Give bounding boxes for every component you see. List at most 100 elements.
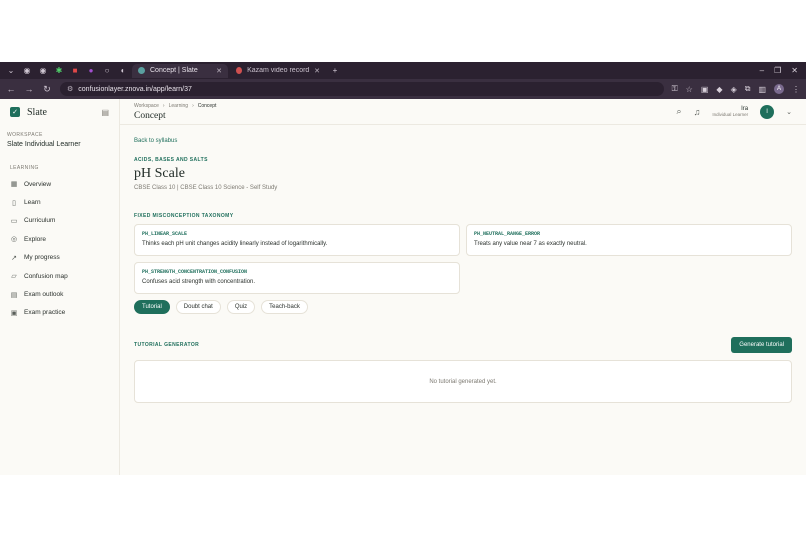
topic-label: ACIDS, BASES AND SALTS bbox=[134, 157, 208, 163]
book-icon: ▯ bbox=[12, 199, 16, 207]
compass-icon: ◎ bbox=[10, 236, 18, 244]
close-window-icon[interactable]: ✕ bbox=[791, 66, 798, 75]
sidebar-item-label: Exam practice bbox=[24, 309, 66, 317]
misconception-card: PH_STRENGTH_CONCENTRATION_CONFUSION Conf… bbox=[134, 262, 460, 294]
generator-label: TUTORIAL GENERATOR bbox=[134, 342, 200, 348]
pinned-tab-icon[interactable]: ● bbox=[84, 64, 98, 78]
sidebar-nav: ▦ Overview ▯ Learn ▭ Curriculum ◎ Explore ↗ M… bbox=[0, 171, 119, 322]
misconception-desc: Treats any value near 7 as exactly neutr… bbox=[474, 241, 587, 247]
breadcrumb-learning[interactable]: Learning bbox=[169, 103, 188, 109]
sidebar-item-exam-practice[interactable]: ▣ Exam practice bbox=[0, 304, 119, 322]
sidebar-item-label: Learn bbox=[24, 199, 41, 207]
github-icon[interactable]: ◐ bbox=[116, 64, 130, 78]
folder-icon: ▭ bbox=[10, 217, 18, 225]
profile-avatar[interactable]: A bbox=[774, 84, 784, 94]
trend-icon: ↗ bbox=[11, 254, 17, 262]
tab-concept-slate[interactable]: Concept | Slate ✕ bbox=[132, 63, 228, 78]
map-icon: ▱ bbox=[11, 273, 17, 281]
reload-icon[interactable]: ↻ bbox=[42, 84, 52, 95]
tab-list-icon[interactable]: ⌄ bbox=[4, 64, 18, 78]
sidebar-item-label: Exam outlook bbox=[24, 291, 64, 299]
site-info-icon[interactable]: ⚙ bbox=[67, 85, 73, 93]
pinned-tab-icon[interactable]: ■ bbox=[68, 64, 82, 78]
slate-favicon-icon bbox=[138, 67, 145, 74]
sidebar-item-confusion-map[interactable]: ▱ Confusion map bbox=[0, 267, 119, 285]
misconception-code: PH_LINEAR_SCALE bbox=[142, 231, 188, 237]
sidebar-item-overview[interactable]: ▦ Overview bbox=[0, 175, 119, 193]
clipboard-icon: ▣ bbox=[10, 309, 18, 317]
extensions-puzzle-icon[interactable]: ⧉ bbox=[745, 84, 751, 94]
slate-logo-icon: ✓ bbox=[10, 107, 20, 117]
misconception-card: PH_LINEAR_SCALE Thinks each pH unit chan… bbox=[134, 224, 460, 256]
browser-toolbar: ← → ↻ ⚙ confusionlayer.znova.in/app/lear… bbox=[0, 79, 806, 99]
kazam-favicon-icon bbox=[236, 67, 243, 74]
pinned-tab-icon[interactable]: ◉ bbox=[20, 64, 34, 78]
pinned-tab-icon[interactable]: ✱ bbox=[52, 64, 66, 78]
concept-content: Back to syllabus ACIDS, BASES AND SALTS … bbox=[120, 138, 806, 403]
misconception-cards: PH_LINEAR_SCALE Thinks each pH unit chan… bbox=[134, 224, 792, 294]
new-tab-icon[interactable]: + bbox=[328, 64, 342, 78]
workspace-name: Slate Individual Learner bbox=[7, 141, 81, 148]
close-tab-icon[interactable]: ✕ bbox=[216, 67, 222, 75]
collapse-sidebar-icon[interactable]: ▤ bbox=[101, 108, 109, 117]
grid-icon: ▦ bbox=[10, 181, 18, 189]
tab-kazam[interactable]: Kazam video recording ✕ bbox=[230, 64, 326, 78]
breadcrumb: Workspace › Learning › Concept bbox=[134, 103, 216, 109]
user-role: Individual Learner bbox=[712, 112, 749, 117]
menu-dots-icon[interactable]: ⋮ bbox=[792, 85, 800, 94]
sidebar-item-curriculum[interactable]: ▭ Curriculum bbox=[0, 212, 119, 230]
avatar[interactable]: I bbox=[760, 104, 775, 119]
restore-icon[interactable]: ❐ bbox=[774, 66, 781, 75]
brand: ✓ Slate ▤ bbox=[0, 99, 119, 125]
sidebar-item-explore[interactable]: ◎ Explore bbox=[0, 230, 119, 248]
tab-title: Concept | Slate bbox=[150, 67, 198, 74]
concept-title: pH Scale bbox=[134, 166, 185, 181]
tab-teach-back[interactable]: Teach-back bbox=[261, 300, 308, 314]
sidebar-item-learn[interactable]: ▯ Learn bbox=[0, 193, 119, 211]
bookmark-star-icon[interactable]: ☆ bbox=[686, 85, 693, 94]
learning-section-label: LEARNING bbox=[10, 165, 39, 171]
forward-arrow-icon[interactable]: → bbox=[24, 84, 34, 94]
sidebar-item-exam-outlook[interactable]: ▤ Exam outlook bbox=[0, 285, 119, 303]
tab-doubt-chat[interactable]: Doubt chat bbox=[175, 300, 221, 314]
tab-quiz[interactable]: Quiz bbox=[226, 300, 256, 314]
misconception-card: PH_NEUTRAL_RANGE_ERROR Treats any value … bbox=[466, 224, 792, 256]
sidebar-item-label: Confusion map bbox=[24, 272, 68, 280]
extension-icon[interactable]: ◆ bbox=[716, 85, 722, 94]
tutorial-generator-header: TUTORIAL GENERATOR Generate tutorial bbox=[134, 337, 792, 353]
sidebar-item-label: Curriculum bbox=[24, 217, 56, 225]
chevron-down-icon[interactable]: ⌄ bbox=[786, 108, 792, 116]
back-arrow-icon[interactable]: ← bbox=[6, 84, 16, 94]
tab-tutorial[interactable]: Tutorial bbox=[134, 300, 170, 314]
extension-icon[interactable]: ◈ bbox=[731, 85, 737, 94]
tutorial-empty-state: No tutorial generated yet. bbox=[134, 360, 792, 403]
url-text: confusionlayer.znova.in/app/learn/37 bbox=[78, 85, 192, 93]
user-info: Ira Individual Learner bbox=[712, 106, 748, 117]
sidebar-item-label: My progress bbox=[24, 254, 60, 262]
mode-tabs: Tutorial Doubt chat Quiz Teach-back bbox=[134, 300, 792, 314]
app-window: ✓ Slate ▤ WORKSPACE Slate Individual Lea… bbox=[0, 99, 806, 475]
search-icon[interactable]: ⌕ bbox=[677, 106, 682, 117]
misconception-desc: Thinks each pH unit changes acidity line… bbox=[142, 241, 328, 247]
blank-area bbox=[0, 0, 806, 62]
pinned-tab-icon[interactable]: ○ bbox=[100, 64, 114, 78]
close-tab-icon[interactable]: ✕ bbox=[314, 67, 320, 75]
password-key-icon[interactable]: ⚿ bbox=[672, 84, 678, 94]
workspace-label: WORKSPACE bbox=[7, 132, 43, 138]
page-title: Concept bbox=[134, 110, 166, 121]
sidebar-item-my-progress[interactable]: ↗ My progress bbox=[0, 249, 119, 267]
pinned-tab-icon[interactable]: ◉ bbox=[36, 64, 50, 78]
main-content: Workspace › Learning › Concept Concept ⌕… bbox=[120, 99, 806, 475]
minimize-icon[interactable]: – bbox=[760, 66, 764, 75]
back-to-syllabus-link[interactable]: Back to syllabus bbox=[134, 138, 792, 144]
misconception-code: PH_STRENGTH_CONCENTRATION_CONFUSION bbox=[142, 269, 248, 275]
breadcrumb-concept: Concept bbox=[197, 102, 217, 109]
misconception-desc: Confuses acid strength with concentratio… bbox=[142, 279, 256, 285]
generate-tutorial-button[interactable]: Generate tutorial bbox=[731, 337, 792, 353]
breadcrumb-workspace[interactable]: Workspace bbox=[134, 103, 159, 109]
bell-icon[interactable]: ♫ bbox=[694, 107, 701, 117]
chevron-right-icon: › bbox=[162, 102, 165, 109]
extension-icon[interactable]: ▣ bbox=[701, 85, 709, 94]
sidebar-toggle-icon[interactable]: ▥ bbox=[758, 85, 766, 94]
address-bar[interactable]: ⚙ confusionlayer.znova.in/app/learn/37 bbox=[60, 82, 664, 96]
